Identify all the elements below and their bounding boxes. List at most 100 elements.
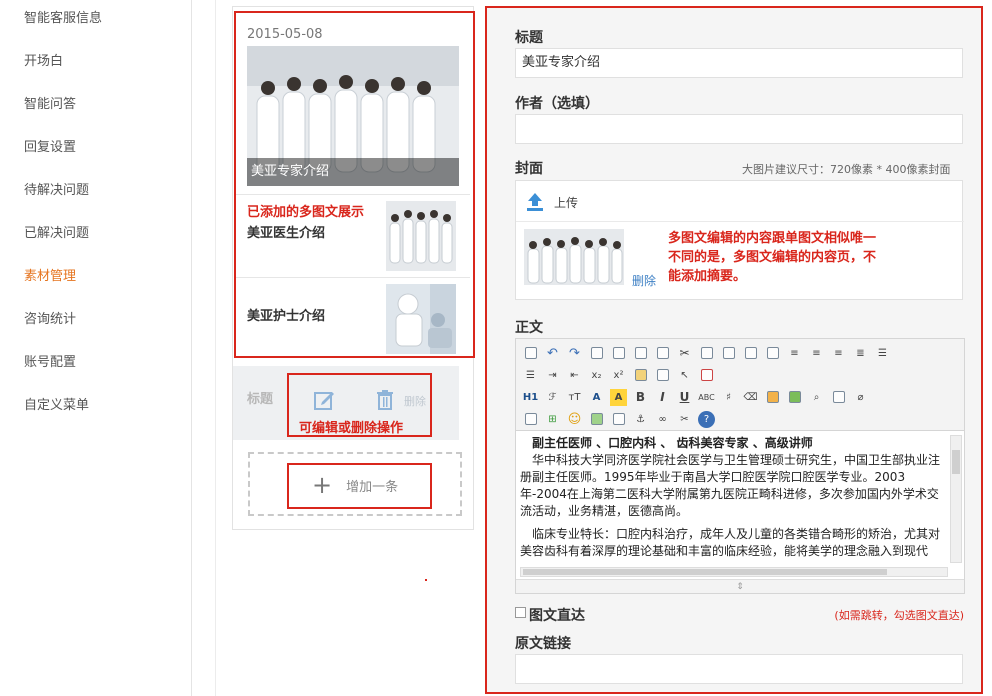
sub-article-2[interactable]: 美亚护士介绍 [236,277,470,359]
clear-format-icon[interactable] [654,367,671,384]
editor-pointer-arrow [488,46,500,66]
line-icon[interactable]: ♯ [720,389,737,406]
toolbar-row-1: ↶ ↷ ✂ ≡ ≡ ≡ ≣ ☰ [522,343,891,363]
editor-vertical-scrollbar[interactable] [950,435,962,563]
unlink-icon[interactable]: ✂ [676,411,693,428]
cover-article-card[interactable]: 2015-05-08 美亚专家介绍 [236,12,470,194]
outdent-icon[interactable]: ⇤ [566,367,583,384]
toolbar-row-4: ⊞ ☺ ⚓ ∞ ✂ ? [522,409,715,429]
unordered-list-icon[interactable]: ☰ [522,367,539,384]
italic-icon[interactable]: I [654,389,671,406]
red-dot [425,579,427,581]
bold-icon[interactable]: B [632,389,649,406]
sidebar-item-custom-menu[interactable]: 自定义菜单 [24,394,89,413]
column-divider [215,0,216,696]
upload-button[interactable]: 上传 [524,187,578,217]
page-break-icon[interactable] [610,411,627,428]
print-icon[interactable] [610,345,627,362]
highlight-icon[interactable]: A [610,388,627,406]
direct-link-checkbox[interactable] [515,607,526,618]
ordered-list-icon[interactable]: ☰ [874,345,891,362]
align-right-icon[interactable]: ≡ [830,345,847,362]
author-label: 作者（选填） [515,96,599,112]
body-paragraph-1: 华中科技大学同济医学院社会医学与卫生管理硕士研究生，中国卫生部执业注册副主任医师… [520,453,941,518]
fullscreen-icon[interactable] [698,367,715,384]
table-icon[interactable] [522,411,539,428]
sub-article-title: 美亚护士介绍 [247,309,326,324]
sidebar-item-smart-qa[interactable]: 智能问答 [24,93,76,112]
font-family-icon[interactable]: ℱ [544,389,561,406]
delete-label: 删除 [404,395,426,408]
author-input[interactable] [515,114,963,144]
direct-link-label: 图文直达 [529,608,585,624]
cover-label: 封面 [515,161,543,177]
code-icon[interactable] [654,345,671,362]
source-icon[interactable] [522,345,539,362]
paste-text-icon[interactable] [742,345,759,362]
undo-icon[interactable]: ↶ [544,345,561,362]
font-size-icon[interactable]: тT [566,389,583,406]
rich-text-editor: ↶ ↷ ✂ ≡ ≡ ≡ ≣ ☰ ☰ ⇥ ⇤ x₂ x² ↖ H1 ℱ тT A … [515,338,965,594]
direct-link-hint: (如需跳转，勾选图文直达) [834,609,964,622]
source-link-input[interactable] [515,654,963,684]
insert-media-icon[interactable] [786,389,803,406]
align-left-icon[interactable]: ≡ [786,345,803,362]
copy-icon[interactable] [698,345,715,362]
insert-row-icon[interactable]: ⊞ [544,411,561,428]
help-icon[interactable]: ? [698,410,715,428]
cover-caption: 美亚专家介绍 [247,158,459,186]
subscript-icon[interactable]: x₂ [588,367,605,384]
format-brush-icon[interactable] [632,367,649,384]
link-icon[interactable]: ∞ [654,411,671,428]
superscript-icon[interactable]: x² [610,367,627,384]
title-input[interactable]: 美亚专家介绍 [515,48,963,78]
add-article-label: 增加一条 [346,479,399,495]
heading-icon[interactable]: H1 [522,389,539,406]
sub-article-thumbnail [386,284,456,354]
body-label: 正文 [515,320,543,336]
sidebar-item-account[interactable]: 账号配置 [24,351,76,370]
editor-content[interactable]: 副主任医师 、口腔内科 、 齿科美容专家 、高级讲师 华中科技大学同济医学院社会… [520,435,950,565]
emoji-icon[interactable]: ☺ [566,411,583,428]
sidebar-item-smart-service-info[interactable]: 智能客服信息 [24,7,102,26]
trash-icon[interactable] [374,389,396,411]
sidebar-item-materials[interactable]: 素材管理 [24,265,76,284]
font-color-icon[interactable]: A [588,389,605,406]
strikethrough-icon[interactable]: ABC [698,389,715,406]
anchor-icon[interactable]: ⚓ [632,411,649,428]
template-icon[interactable] [632,345,649,362]
sub-article-title: 美亚医生介绍 [247,226,326,241]
editor-horizontal-scrollbar[interactable] [520,567,948,577]
upload-icon [527,193,543,211]
toolbar-row-2: ☰ ⇥ ⇤ x₂ x² ↖ [522,365,715,385]
sidebar-item-resolved[interactable]: 已解决问题 [24,222,89,241]
upload-label: 上传 [554,195,579,210]
edit-icon[interactable] [313,389,335,411]
indent-icon[interactable]: ⇥ [544,367,561,384]
paste-word-icon[interactable] [764,345,781,362]
select-all-icon[interactable]: ↖ [676,367,693,384]
eraser-icon[interactable]: ⌫ [742,389,759,406]
align-center-icon[interactable]: ≡ [808,345,825,362]
editor-resize-handle[interactable]: ⇕ [516,579,964,593]
sub-article-1[interactable]: 已添加的多图文展示 美亚医生介绍 [236,194,470,276]
redo-icon[interactable]: ↷ [566,345,583,362]
justify-icon[interactable]: ≣ [852,345,869,362]
editor-toolbar: ↶ ↷ ✂ ≡ ≡ ≡ ≣ ☰ ☰ ⇥ ⇤ x₂ x² ↖ H1 ℱ тT A … [516,339,964,431]
image-icon[interactable] [588,411,605,428]
sidebar-item-opening[interactable]: 开场白 [24,50,63,69]
search-icon[interactable]: ⌕ [808,389,825,406]
preview-icon[interactable] [588,345,605,362]
sidebar-item-statistics[interactable]: 咨询统计 [24,308,76,327]
paste-icon[interactable] [720,345,737,362]
sidebar-item-pending[interactable]: 待解决问题 [24,179,89,198]
cut-icon[interactable]: ✂ [676,345,693,362]
cover-delete-link[interactable]: 删除 [632,272,656,289]
attachment-icon[interactable]: ⌀ [852,389,869,406]
toolbar-row-3: H1 ℱ тT A A B I U ABC ♯ ⌫ ⌕ ⌀ [522,387,869,407]
sidebar-item-reply-settings[interactable]: 回复设置 [24,136,76,155]
add-article-button[interactable]: + 增加一条 [312,472,398,498]
video-icon[interactable] [830,389,847,406]
underline-icon[interactable]: U [676,389,693,406]
insert-image-icon[interactable] [764,389,781,406]
